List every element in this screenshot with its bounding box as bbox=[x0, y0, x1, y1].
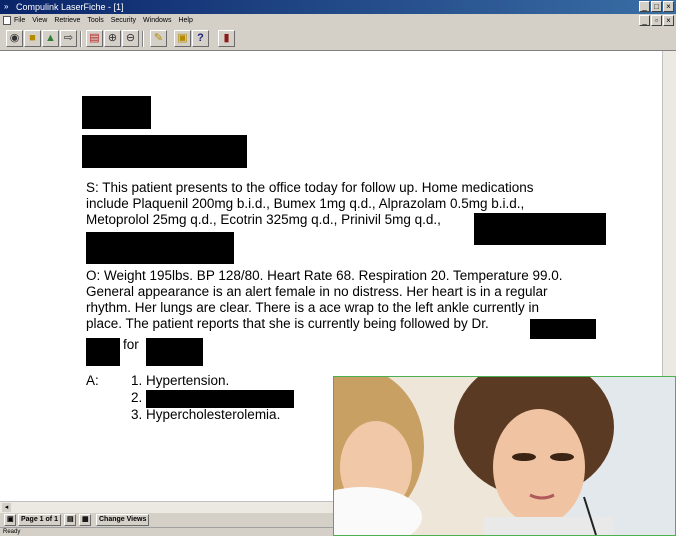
menu-view[interactable]: View bbox=[32, 14, 47, 27]
redaction-block bbox=[474, 213, 606, 245]
zoom-out-icon[interactable]: ⊖ bbox=[122, 30, 139, 47]
menu-help[interactable]: Help bbox=[178, 14, 192, 27]
doc-restore-button[interactable]: ▫ bbox=[651, 15, 662, 26]
book-icon[interactable]: ▮ bbox=[218, 30, 235, 47]
page-nav-icon[interactable]: ▣ bbox=[4, 514, 16, 526]
menu-retrieve[interactable]: Retrieve bbox=[54, 14, 80, 27]
menu-windows[interactable]: Windows bbox=[143, 14, 171, 27]
doc-close-button[interactable]: × bbox=[663, 15, 674, 26]
page-list-icon[interactable]: ▤ bbox=[64, 514, 76, 526]
open-folder-icon[interactable]: ■ bbox=[24, 30, 41, 47]
menu-tools[interactable]: Tools bbox=[87, 14, 103, 27]
annotate-icon[interactable]: ✎ bbox=[150, 30, 167, 47]
close-button[interactable]: × bbox=[663, 1, 674, 12]
toolbar: ◉ ■ ▲ ⇨ ▤ ⊕ ⊖ ✎ ▣ ? ▮ bbox=[0, 27, 676, 51]
subjective-line: S: This patient presents to the office t… bbox=[86, 180, 534, 195]
export-icon[interactable]: ⇨ bbox=[60, 30, 77, 47]
help-icon[interactable]: ? bbox=[192, 30, 209, 47]
zoom-in-icon[interactable]: ⊕ bbox=[104, 30, 121, 47]
title-bar: » Compulink LaserFiche - [1] _ □ × bbox=[0, 0, 676, 14]
page-indicator[interactable]: Page 1 of 1 bbox=[18, 514, 61, 526]
menu-security[interactable]: Security bbox=[111, 14, 136, 27]
subjective-line: Metoprolol 25mg q.d., Ecotrin 325mg q.d.… bbox=[86, 212, 441, 227]
ready-text: Ready bbox=[3, 529, 21, 535]
objective-line: rhythm. Her lungs are clear. There is a … bbox=[86, 300, 539, 315]
redaction-block bbox=[86, 338, 120, 366]
minimize-button[interactable]: _ bbox=[639, 1, 650, 12]
redaction-block bbox=[146, 390, 294, 408]
maximize-button[interactable]: □ bbox=[651, 1, 662, 12]
toolbar-separator bbox=[80, 31, 82, 47]
page-icon[interactable]: ▤ bbox=[86, 30, 103, 47]
thumbnail-icon[interactable]: ▦ bbox=[79, 514, 91, 526]
for-text: for bbox=[123, 337, 139, 352]
redaction-block bbox=[86, 232, 234, 264]
objective-line: place. The patient reports that she is c… bbox=[86, 316, 489, 331]
menu-file[interactable]: File bbox=[14, 14, 25, 27]
assessment-label: A: bbox=[86, 373, 99, 388]
subjective-line: include Plaquenil 200mg b.i.d., Bumex 1m… bbox=[86, 196, 525, 211]
tree-icon[interactable]: ▲ bbox=[42, 30, 59, 47]
assessment-item: 1. Hypertension. bbox=[131, 373, 230, 388]
objective-line: O: Weight 195lbs. BP 128/80. Heart Rate … bbox=[86, 268, 563, 283]
window-title: Compulink LaserFiche - [1] bbox=[16, 2, 124, 12]
change-views-button[interactable]: Change Views bbox=[96, 514, 150, 526]
doc-minimize-button[interactable]: _ bbox=[639, 15, 650, 26]
stamp-icon[interactable]: ▣ bbox=[174, 30, 191, 47]
redaction-block bbox=[82, 135, 247, 168]
redaction-block bbox=[82, 96, 151, 129]
assessment-item: 3. Hypercholesterolemia. bbox=[131, 407, 281, 422]
document-icon[interactable] bbox=[3, 16, 11, 25]
objective-line: General appearance is an alert female in… bbox=[86, 284, 548, 299]
photo-illustration bbox=[334, 377, 675, 535]
binoculars-icon[interactable]: ◉ bbox=[6, 30, 23, 47]
scroll-left-icon[interactable]: ◂ bbox=[2, 503, 11, 512]
redaction-block bbox=[530, 319, 596, 339]
redaction-block bbox=[146, 338, 203, 366]
toolbar-separator bbox=[142, 31, 144, 47]
app-icon: » bbox=[4, 2, 9, 11]
photo-overlay bbox=[333, 376, 676, 536]
menu-bar: File View Retrieve Tools Security Window… bbox=[0, 14, 676, 27]
assessment-item: 2. bbox=[131, 390, 143, 405]
